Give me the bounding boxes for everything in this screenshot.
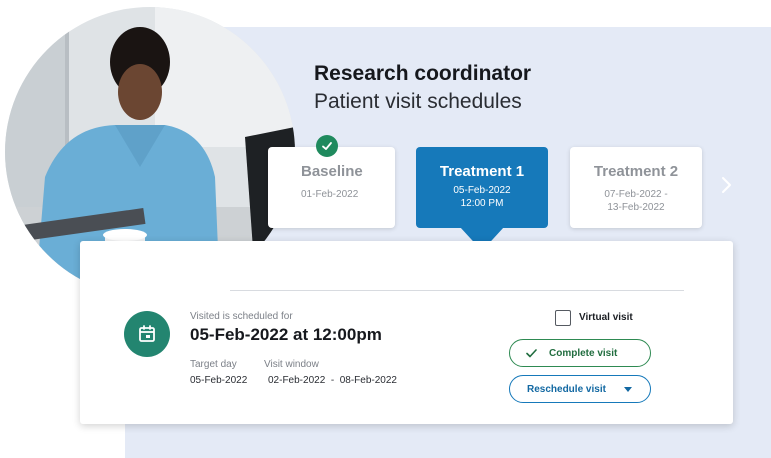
virtual-visit-label: Virtual visit (579, 312, 633, 323)
visit-date-start: 07-Feb-2022 - (604, 189, 668, 200)
visit-name: Treatment 1 (439, 163, 525, 180)
visit-name: Treatment 2 (593, 163, 679, 180)
caret-down-icon[interactable] (623, 386, 632, 392)
visit-date-end: 13-Feb-2022 (607, 202, 665, 213)
reschedule-visit-button[interactable]: Reschedule visit (509, 375, 651, 403)
virtual-visit-checkbox[interactable] (555, 310, 571, 326)
scheduled-label: Visited is scheduled for (190, 311, 293, 322)
scheduled-value: 05-Feb-2022 at 12:00pm (190, 325, 382, 344)
calendar-icon (124, 311, 170, 357)
check-icon (526, 348, 537, 358)
target-day-label: Target day (190, 359, 237, 370)
visit-card-treatment-1[interactable]: Treatment 1 05-Feb-2022 12:00 PM (416, 147, 548, 228)
page-title: Research coordinator (314, 62, 532, 85)
visit-time: 12:00 PM (460, 198, 504, 209)
visit-window-label: Visit window (264, 359, 319, 370)
visit-window-value: 02-Feb-2022 - 08-Feb-2022 (268, 375, 397, 386)
completed-check-icon (316, 135, 338, 157)
chevron-right-icon[interactable] (719, 176, 733, 199)
complete-visit-label: Complete visit (549, 347, 618, 359)
page-subtitle: Patient visit schedules (314, 90, 522, 113)
complete-visit-button[interactable]: Complete visit (509, 339, 651, 367)
divider (230, 290, 684, 291)
visit-card-baseline[interactable]: Baseline 01-Feb-2022 (268, 147, 395, 228)
reschedule-visit-label: Reschedule visit (527, 383, 606, 395)
visit-name: Baseline (301, 163, 363, 180)
visit-date: 01-Feb-2022 (301, 189, 359, 200)
target-day-value: 05-Feb-2022 (190, 375, 248, 386)
visit-date: 05-Feb-2022 (453, 185, 511, 196)
visit-card-treatment-2[interactable]: Treatment 2 07-Feb-2022 - 13-Feb-2022 (570, 147, 702, 228)
